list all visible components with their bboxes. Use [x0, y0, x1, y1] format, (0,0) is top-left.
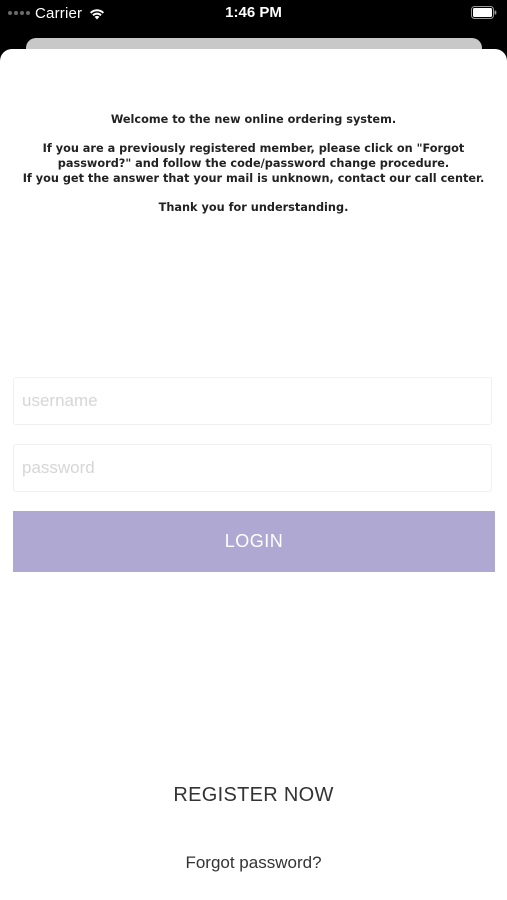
notice-line-3: If you get the answer that your mail is …	[22, 172, 485, 185]
notice-line-1: If you are a previously registered membe…	[42, 142, 465, 155]
status-time: 1:46 PM	[225, 4, 282, 21]
thanks-text: Thank you for understanding.	[158, 201, 349, 214]
welcome-text: Welcome to the new online ordering syste…	[110, 113, 397, 126]
app-screen: Carrier 1:46 PM Welcome to the new onlin…	[0, 0, 507, 900]
notice-line-2: password?" and follow the code/password …	[57, 157, 450, 170]
login-sheet: Welcome to the new online ordering syste…	[0, 49, 507, 900]
password-field[interactable]	[13, 444, 492, 492]
battery-icon	[471, 6, 497, 19]
register-now-link[interactable]: REGISTER NOW	[0, 784, 507, 807]
login-button[interactable]: LOGIN	[13, 511, 495, 572]
username-input[interactable]	[14, 378, 491, 424]
welcome-notice: Welcome to the new online ordering syste…	[0, 112, 507, 215]
username-field[interactable]	[13, 377, 492, 425]
forgot-password-link[interactable]: Forgot password?	[0, 853, 507, 873]
password-input[interactable]	[14, 445, 491, 491]
status-bar: Carrier 1:46 PM	[0, 0, 507, 28]
